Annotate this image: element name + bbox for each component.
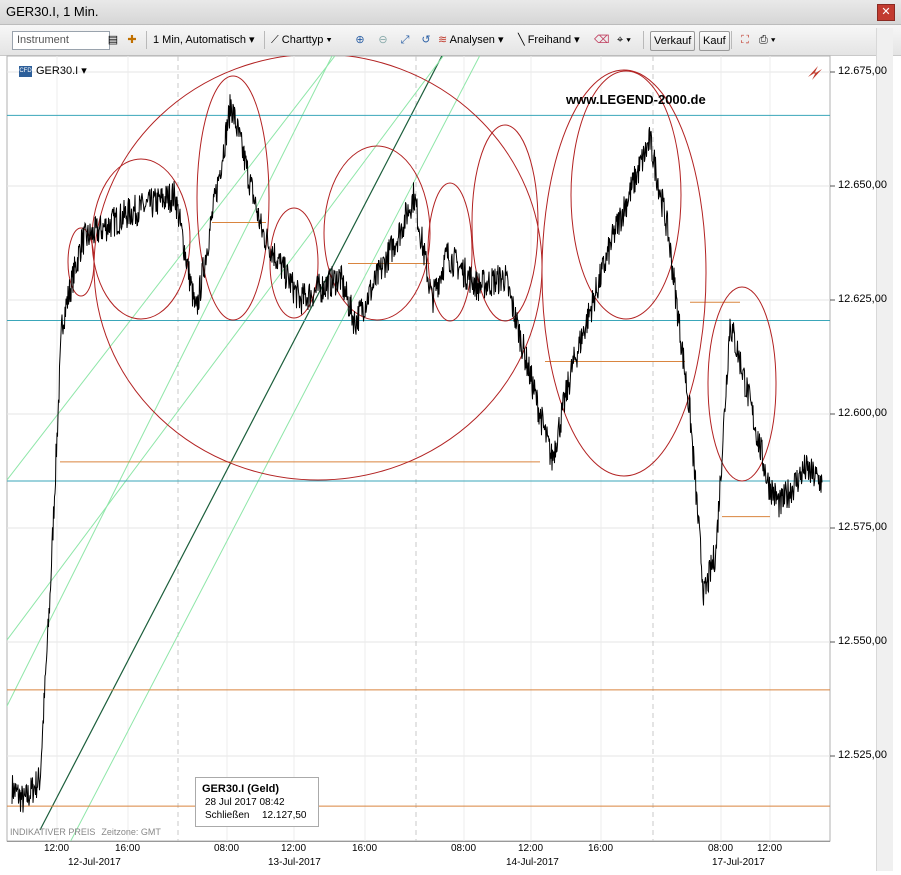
timezone-label: Zeitzone: GMT bbox=[101, 827, 161, 837]
x-hour-label: 08:00 bbox=[214, 843, 240, 854]
trend-line-parallel bbox=[70, 56, 481, 841]
y-tick-label: 12.675,00 bbox=[838, 65, 887, 77]
footer-note: INDIKATIVER PREIS Zeitzone: GMT bbox=[10, 827, 161, 837]
y-axis-ticks bbox=[830, 71, 835, 757]
circle-annotation bbox=[541, 69, 707, 477]
symbol-selector[interactable]: CFD GER30.I ▾ bbox=[19, 64, 87, 77]
x-hour-label: 16:00 bbox=[115, 843, 141, 854]
info-date: 28 Jul 2017 08:42 bbox=[205, 797, 285, 808]
x-hour-label: 12:00 bbox=[757, 843, 783, 854]
circle-annotation bbox=[570, 70, 682, 320]
price-info-box: GER30.I (Geld) 28 Jul 2017 08:42 Schließ… bbox=[195, 777, 319, 827]
y-tick-label: 12.650,00 bbox=[838, 179, 887, 191]
circle-annotation bbox=[471, 124, 539, 322]
y-tick-label: 12.525,00 bbox=[838, 749, 887, 761]
symbol-name: GER30.I bbox=[36, 65, 79, 77]
trend-lines bbox=[7, 56, 481, 841]
price-chart[interactable] bbox=[0, 0, 901, 875]
cfd-badge: CFD bbox=[19, 65, 32, 77]
watermark: www.LEGEND-2000.de bbox=[566, 92, 706, 107]
x-day-label: 14-Jul-2017 bbox=[506, 857, 559, 868]
y-tick-label: 12.600,00 bbox=[838, 407, 887, 419]
x-day-label: 13-Jul-2017 bbox=[268, 857, 321, 868]
x-hour-label: 16:00 bbox=[352, 843, 378, 854]
y-tick-label: 12.550,00 bbox=[838, 635, 887, 647]
y-tick-label: 12.575,00 bbox=[838, 521, 887, 533]
info-close-label: Schließen bbox=[205, 810, 250, 821]
trend-line-parallel bbox=[7, 56, 333, 708]
x-day-label: 17-Jul-2017 bbox=[712, 857, 765, 868]
trend-line-main bbox=[39, 56, 443, 831]
live-trend-icon bbox=[808, 66, 822, 80]
orange-segments bbox=[212, 221, 770, 518]
x-hour-label: 12:00 bbox=[44, 843, 70, 854]
y-tick-label: 12.625,00 bbox=[838, 293, 887, 305]
x-hour-label: 16:00 bbox=[588, 843, 614, 854]
circle-annotation bbox=[707, 286, 777, 482]
x-hour-label: 12:00 bbox=[518, 843, 544, 854]
x-hour-label: 12:00 bbox=[281, 843, 307, 854]
indicative-price-label: INDIKATIVER PREIS bbox=[10, 827, 96, 837]
x-day-label: 12-Jul-2017 bbox=[68, 857, 121, 868]
trend-line-parallel bbox=[7, 56, 444, 641]
x-hour-label: 08:00 bbox=[451, 843, 477, 854]
circle-annotation bbox=[323, 145, 431, 321]
info-close-value: 12.127,50 bbox=[262, 810, 307, 821]
info-title: GER30.I (Geld) bbox=[202, 783, 280, 795]
x-hour-label: 08:00 bbox=[708, 843, 734, 854]
